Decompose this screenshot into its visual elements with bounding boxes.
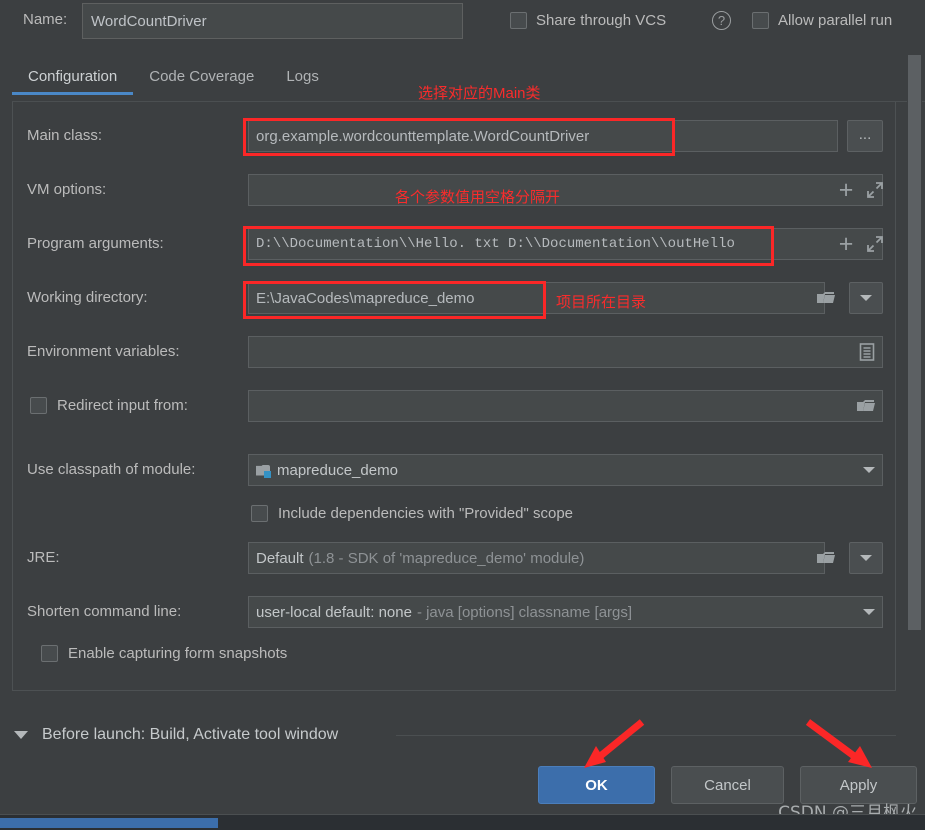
row-environment-variables: Environment variables: [13, 336, 897, 370]
run-configuration-dialog: Name: Share through VCS ? Allow parallel… [0, 0, 925, 830]
row-shorten-command-line: Shorten command line: user-local default… [13, 596, 897, 630]
checkbox-box[interactable] [752, 12, 769, 29]
jre-dropdown-button[interactable] [849, 542, 883, 574]
expand-icon[interactable] [863, 232, 887, 256]
checkbox-box[interactable] [30, 397, 47, 414]
share-through-vcs-label: Share through VCS [536, 12, 667, 29]
row-jre: JRE: Default (1.8 - SDK of 'mapreduce_de… [13, 542, 897, 576]
use-classpath-of-module-value: mapreduce_demo [277, 461, 398, 479]
enable-form-snapshots-checkbox[interactable]: Enable capturing form snapshots [41, 645, 287, 662]
shorten-command-line-value: user-local default: none [256, 603, 412, 621]
expand-icon[interactable] [863, 178, 887, 202]
folder-icon[interactable] [853, 395, 879, 417]
main-class-label: Main class: [27, 127, 103, 144]
jre-value-detail: (1.8 - SDK of 'mapreduce_demo' module) [308, 549, 585, 567]
shorten-command-line-label: Shorten command line: [27, 603, 182, 620]
allow-parallel-run-label: Allow parallel run [778, 12, 893, 29]
plus-icon[interactable]: + [833, 176, 859, 204]
chevron-down-icon [860, 295, 872, 301]
share-through-vcs-checkbox[interactable]: Share through VCS [510, 12, 666, 29]
cancel-button[interactable]: Cancel [671, 766, 784, 804]
checkbox-box[interactable] [41, 645, 58, 662]
jre-value: Default [256, 549, 304, 567]
include-provided-scope-checkbox[interactable]: Include dependencies with "Provided" sco… [251, 505, 573, 522]
folder-icon[interactable] [813, 286, 839, 310]
row-main-class: Main class: ... [13, 120, 897, 154]
use-classpath-of-module-combobox[interactable]: mapreduce_demo [248, 454, 883, 486]
jre-combobox[interactable]: Default (1.8 - SDK of 'mapreduce_demo' m… [248, 542, 825, 574]
tab-bar: Configuration Code Coverage Logs [12, 62, 335, 95]
program-arguments-label: Program arguments: [27, 235, 164, 252]
row-program-arguments: Program arguments: + [13, 228, 897, 262]
name-label: Name: [23, 11, 68, 28]
progress-indicator [0, 818, 218, 828]
module-icon [256, 464, 271, 478]
checkbox-box[interactable] [510, 12, 527, 29]
tab-configuration[interactable]: Configuration [12, 62, 134, 95]
chevron-down-icon[interactable] [14, 731, 28, 739]
redirect-input-from-checkbox[interactable]: Redirect input from: [30, 397, 188, 414]
row-working-directory: Working directory: [13, 282, 897, 316]
environment-variables-label: Environment variables: [27, 343, 180, 360]
main-class-input[interactable] [248, 120, 838, 152]
working-directory-input[interactable] [248, 282, 825, 314]
enable-form-snapshots-label: Enable capturing form snapshots [68, 645, 288, 662]
allow-parallel-run-checkbox[interactable]: Allow parallel run [752, 12, 892, 29]
arrow-to-apply-icon [805, 719, 872, 768]
shorten-command-line-combobox[interactable]: user-local default: none - java [options… [248, 596, 883, 628]
before-launch-label: Before launch: Build, Activate tool wind… [42, 726, 339, 743]
redirect-input-from-label: Redirect input from: [57, 397, 188, 414]
plus-icon[interactable]: + [833, 230, 859, 258]
shorten-command-line-value-detail: - java [options] classname [args] [416, 603, 633, 621]
row-redirect-input-from: Redirect input from: [13, 390, 897, 424]
program-arguments-input[interactable] [248, 228, 883, 260]
ok-button[interactable]: OK [538, 766, 655, 804]
environment-variables-input[interactable] [248, 336, 883, 368]
tab-code-coverage[interactable]: Code Coverage [133, 62, 270, 95]
before-launch-divider [396, 735, 896, 736]
chevron-down-icon [863, 467, 875, 473]
main-class-browse-button[interactable]: ... [847, 120, 883, 152]
use-classpath-of-module-label: Use classpath of module: [27, 461, 196, 478]
edit-list-icon[interactable] [856, 341, 878, 363]
annotation-working-directory: 项目所在目录 [556, 294, 647, 311]
tab-logs[interactable]: Logs [270, 62, 335, 95]
row-use-classpath-of-module: Use classpath of module: mapreduce_demo [13, 454, 897, 488]
folder-icon[interactable] [813, 546, 839, 570]
name-input[interactable] [82, 3, 463, 39]
working-directory-label: Working directory: [27, 289, 148, 306]
arrow-to-ok-icon [584, 719, 645, 768]
help-icon[interactable]: ? [712, 11, 731, 30]
chevron-down-icon [860, 555, 872, 561]
annotation-main-class: 选择对应的Main类 [418, 85, 541, 102]
jre-label: JRE: [27, 549, 60, 566]
scrollbar-thumb[interactable] [908, 55, 921, 630]
checkbox-box[interactable] [251, 505, 268, 522]
before-launch-section[interactable]: Before launch: Build, Activate tool wind… [14, 726, 338, 744]
include-provided-scope-label: Include dependencies with "Provided" sco… [278, 505, 574, 522]
annotation-vm-options: 各个参数值用空格分隔开 [395, 189, 561, 206]
working-directory-dropdown-button[interactable] [849, 282, 883, 314]
chevron-down-icon [863, 609, 875, 615]
redirect-input-from-input[interactable] [248, 390, 883, 422]
vm-options-label: VM options: [27, 181, 107, 198]
vm-options-input[interactable] [248, 174, 883, 206]
